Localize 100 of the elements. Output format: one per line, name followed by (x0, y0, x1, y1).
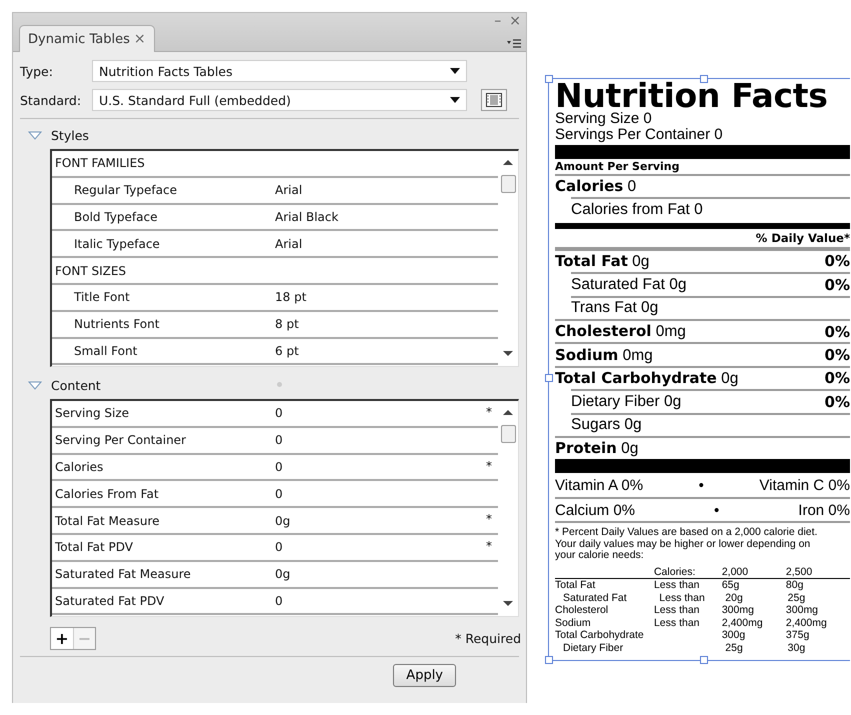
section-title: Styles (51, 128, 89, 142)
panel-menu-icon[interactable] (507, 39, 521, 48)
footnote-value: 20g (725, 592, 744, 604)
required-mark: * (486, 458, 492, 473)
field-value[interactable]: 0g (275, 567, 290, 582)
daily-value-percent: 0% (824, 346, 850, 364)
nutrient-label: Total Carbohydrate 0g (555, 368, 738, 388)
label-title: Nutrition Facts (555, 81, 829, 111)
property-value: 6 pt (275, 344, 299, 358)
amount-per-serving: Amount Per Serving (555, 159, 681, 174)
selection-handle[interactable] (545, 374, 553, 382)
property-name: Nutrients Font (73, 317, 160, 332)
property-name: Italic Typeface (73, 236, 161, 251)
nutrient-label: Protein 0g (555, 439, 638, 458)
property-name: Regular Typeface (73, 183, 178, 198)
daily-value-heading: % Daily Value* (756, 230, 850, 245)
footnote-value: 2,400mg (786, 616, 828, 630)
footnote-value: 30g (788, 642, 806, 654)
footnote-value: 300mg (786, 604, 820, 617)
daily-value-percent: 0% (824, 322, 850, 341)
bullet: • (698, 476, 704, 494)
required-mark: * (486, 538, 492, 553)
field-value[interactable]: 0 (275, 540, 283, 554)
property-value: 8 pt (275, 317, 299, 332)
footnote-limit: Less than (659, 592, 705, 604)
footnote-heading: 2,500 (786, 566, 814, 578)
close-button[interactable]: × (509, 13, 521, 29)
property-value: Arial (275, 183, 302, 198)
field-name: Saturated Fat Measure (54, 567, 192, 582)
property-name: Small Font (73, 344, 138, 358)
property-value: Arial (275, 236, 302, 251)
nutrient-label: Total Fat 0g (555, 252, 650, 271)
calories-label: Calories 0 (555, 177, 636, 196)
nutrient-label: Cholesterol 0mg (555, 322, 686, 342)
selection-handle[interactable] (545, 75, 553, 83)
field-name: Saturated Fat PDV (54, 594, 166, 608)
group-heading: FONT FAMILIES (54, 156, 145, 170)
field-name: Serving Per Container (54, 433, 187, 448)
nutrient-label: Dietary Fiber 0g (571, 392, 682, 411)
standard-dropdown[interactable]: U.S. Standard Full (embedded) (92, 89, 467, 111)
standard-label: Standard: (20, 92, 82, 108)
field-value[interactable]: 0g (275, 514, 290, 528)
daily-value-percent: 0% (824, 252, 850, 270)
field-name: Total Fat PDV (54, 540, 134, 554)
splitter-grip-icon[interactable] (277, 382, 282, 387)
servings-per-container: Servings Per Container 0 (555, 127, 850, 143)
footnote-value: 25g (725, 642, 744, 654)
nutrient-label: Saturated Fat 0g (571, 276, 686, 294)
footnote-value: 80g (786, 579, 804, 592)
film-icon-button[interactable] (481, 89, 507, 111)
selection-handle[interactable] (700, 75, 708, 83)
selection-handle[interactable] (700, 656, 708, 664)
field-value[interactable]: 0 (275, 406, 283, 420)
footnote-limit: Less than (654, 616, 700, 629)
footnote-limit: Less than (654, 604, 700, 616)
footnote-nutrient: Saturated Fat (562, 592, 628, 604)
add-button[interactable]: + (51, 628, 73, 649)
field-value[interactable]: 0 (275, 433, 283, 448)
footnote-value: 65g (722, 579, 740, 592)
section-title: Content (51, 378, 101, 392)
expanded-triangle-icon[interactable] (28, 380, 42, 390)
footnote-value: 25g (788, 592, 806, 604)
field-value[interactable]: 0 (275, 460, 283, 474)
field-value[interactable]: 0 (275, 486, 283, 501)
nutrient-label: Sodium 0mg (555, 346, 653, 365)
field-name: Calories From Fat (54, 486, 160, 501)
vitamin-value: Vitamin A 0% (555, 476, 644, 494)
panel-tab[interactable]: Dynamic Tables × (19, 25, 155, 52)
footnote-value: 300mg (722, 604, 755, 617)
daily-value-percent: 0% (824, 276, 850, 294)
type-dropdown[interactable]: Nutrition Facts Tables (92, 60, 467, 82)
footnote-nutrient: Total Carbohydrate (555, 629, 645, 642)
property-name: Title Font (73, 290, 131, 304)
footnote-limit: Less than (654, 579, 700, 592)
expanded-triangle-icon[interactable] (28, 130, 42, 140)
tab-close-button[interactable]: × (134, 31, 146, 47)
selection-handle[interactable] (545, 656, 553, 664)
nutrition-label[interactable] (548, 78, 850, 662)
daily-value-percent: 0% (824, 392, 850, 411)
property-name: Bold Typeface (73, 210, 158, 224)
minimize-button[interactable]: – (494, 13, 502, 29)
daily-value-percent: 0% (824, 369, 850, 388)
property-value: 18 pt (275, 290, 306, 304)
serving-size: Serving Size 0 (555, 111, 653, 127)
apply-button[interactable]: Apply (393, 664, 456, 687)
footnote-heading: 2,000 (722, 566, 750, 578)
group-heading: FONT SIZES (54, 264, 126, 278)
vitamin-value: Vitamin C 0% (759, 476, 850, 494)
field-name: Total Fat Measure (54, 514, 161, 528)
required-mark: * (486, 405, 492, 419)
vitamin-value: Calcium 0% (555, 502, 636, 519)
type-label: Type: (20, 64, 54, 78)
vitamin-value: Iron 0% (798, 502, 850, 519)
field-value[interactable]: 0 (275, 594, 283, 608)
footnote-value: 375g (786, 629, 810, 642)
footnote-heading: Calories: (654, 566, 696, 578)
property-value: Arial Black (275, 210, 338, 224)
field-name: Calories (54, 460, 104, 474)
nutrient-label: Sugars 0g (571, 416, 642, 434)
footnote-nutrient: Dietary Fiber (562, 642, 624, 654)
